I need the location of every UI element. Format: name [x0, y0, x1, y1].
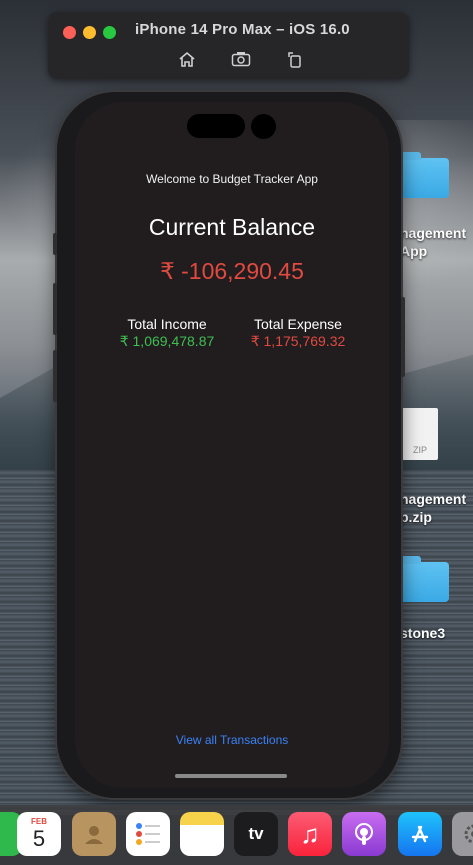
simulator-title-bar: iPhone 14 Pro Max – iOS 16.0 [48, 12, 409, 79]
notes-icon[interactable] [180, 812, 224, 856]
calendar-month: FEB [31, 816, 47, 826]
desktop-item-label[interactable]: stone3 [400, 624, 445, 642]
volume-down-button [53, 350, 57, 402]
welcome-text: Welcome to Budget Tracker App [146, 172, 318, 186]
volume-up-button [53, 283, 57, 335]
desktop-item-label[interactable]: nagement p.zip [400, 490, 466, 526]
calendar-day: 5 [32, 825, 46, 851]
view-all-transactions-link[interactable]: View all Transactions [75, 733, 389, 747]
desktop-item-label-line1: stone3 [400, 625, 446, 641]
minimize-window-button[interactable] [83, 26, 96, 39]
app-store-icon[interactable] [398, 812, 442, 856]
zip-badge: ZIP [412, 445, 427, 455]
total-expense-section: Total Expense ₹ 1,175,769.32 [243, 316, 353, 350]
front-camera [251, 114, 276, 139]
desktop-item-label-line2: App [400, 243, 428, 259]
apple-tv-icon[interactable]: tv [234, 812, 278, 856]
total-income-value: ₹ 1,069,478.87 [119, 333, 215, 349]
action-button [53, 233, 57, 255]
power-button [401, 297, 405, 377]
close-window-button[interactable] [63, 26, 76, 39]
total-income-label: Total Income [127, 316, 207, 332]
home-indicator[interactable] [175, 774, 287, 778]
reminders-icon[interactable] [126, 812, 170, 856]
app-screen: Welcome to Budget Tracker App Current Ba… [75, 102, 389, 788]
zip-file-icon[interactable]: ZIP [402, 408, 438, 460]
desktop-item-label-line1: nagement [400, 491, 467, 507]
current-balance-label: Current Balance [148, 214, 316, 240]
simulator-title: iPhone 14 Pro Max – iOS 16.0 [135, 21, 350, 38]
folder-icon[interactable] [399, 556, 449, 602]
total-expense-label: Total Expense [254, 316, 342, 332]
podcasts-icon[interactable] [342, 812, 386, 856]
desktop-item-label-line1: nagement [400, 225, 467, 241]
contacts-icon[interactable] [72, 812, 116, 856]
total-expense-value: ₹ 1,175,769.32 [250, 333, 346, 349]
rotate-icon[interactable] [284, 49, 306, 69]
home-icon[interactable] [176, 49, 198, 69]
desktop-item-label[interactable]: nagement App [400, 224, 466, 260]
calendar-icon[interactable]: FEB 5 [17, 812, 61, 856]
apple-tv-label: tv [248, 824, 264, 843]
folder-icon[interactable] [399, 152, 449, 198]
dynamic-island [187, 114, 245, 138]
desktop-item-label-line2: p.zip [400, 509, 432, 525]
simulator-toolbar [176, 49, 306, 69]
total-income-section: Total Income ₹ 1,069,478.87 [111, 316, 223, 350]
zoom-window-button[interactable] [103, 26, 116, 39]
screenshot-icon[interactable] [230, 49, 252, 69]
current-balance-value: ₹ -106,290.45 [160, 258, 304, 284]
music-icon[interactable]: ♫ [288, 812, 332, 856]
music-note-icon: ♫ [300, 818, 320, 849]
system-settings-icon[interactable] [452, 812, 473, 856]
